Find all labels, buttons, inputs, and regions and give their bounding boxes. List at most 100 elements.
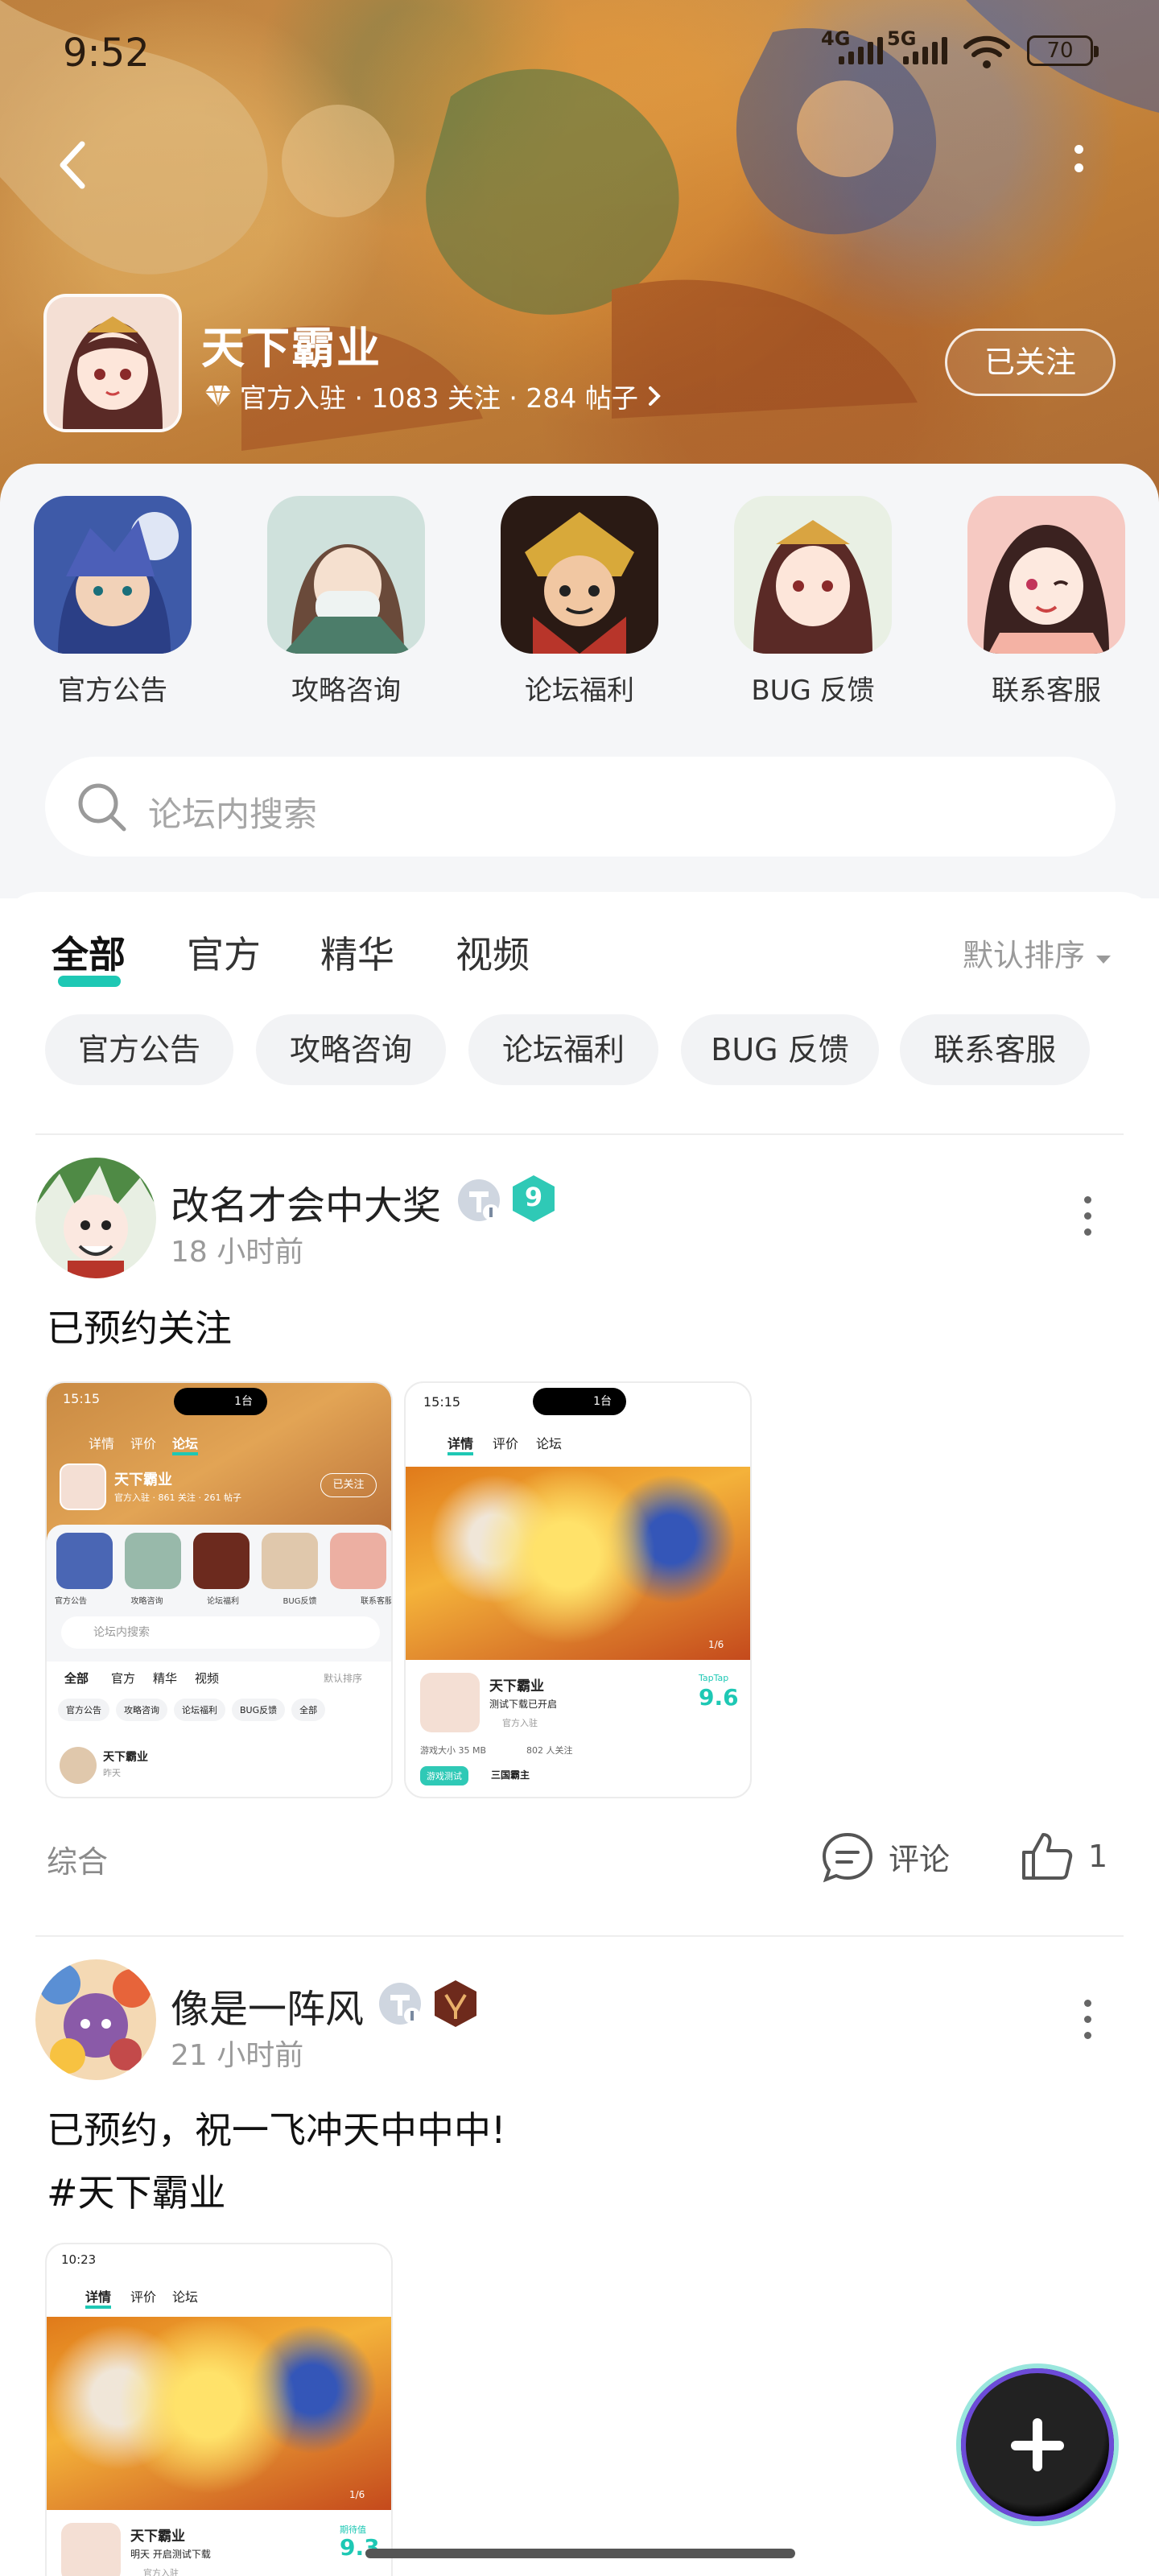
mini-tab: 论坛 bbox=[172, 2289, 199, 2305]
filter-chip-bug[interactable]: BUG 反馈 bbox=[681, 1014, 879, 1085]
quick-link-label: 联系客服 bbox=[992, 675, 1101, 707]
tab-all[interactable]: 全部 bbox=[52, 926, 126, 979]
post-more-button[interactable] bbox=[1075, 1996, 1099, 2045]
mini-tab: 论坛 bbox=[536, 1436, 563, 1451]
forum-meta[interactable]: 官方入驻 · 1083 关注 · 284 帖子 bbox=[204, 377, 662, 415]
signal-icon bbox=[839, 37, 883, 64]
sort-dropdown[interactable]: 默认排序 bbox=[963, 931, 1112, 975]
comment-button[interactable]: 评论 bbox=[819, 1824, 950, 1889]
mini-detail-screenshot: 15:15 1台 详情 评价 论坛 1/6 天下霸业 测试下载已开启 官方入驻 … bbox=[406, 1383, 750, 1797]
back-button[interactable] bbox=[48, 137, 97, 193]
status-bar: 9:52 4G 5G 70 bbox=[0, 24, 1159, 80]
mini-tag-text: 三国霸主 bbox=[491, 1769, 530, 1781]
post-image-2[interactable]: 15:15 1台 详情 评价 论坛 1/6 天下霸业 测试下载已开启 官方入驻 … bbox=[404, 1381, 752, 1798]
mini-icon-label: 攻略咨询 bbox=[130, 1597, 163, 1606]
filter-chip-welfare[interactable]: 论坛福利 bbox=[468, 1014, 658, 1085]
mini-icon-label: 联系客服 bbox=[361, 1597, 393, 1606]
filter-chip-service[interactable]: 联系客服 bbox=[900, 1014, 1090, 1085]
mini-size: 游戏大小 35 MB bbox=[420, 1745, 487, 1756]
mini-tab: 详情 bbox=[89, 1436, 115, 1451]
mini-follow: 已关注 bbox=[320, 1473, 377, 1497]
chevron-right-icon bbox=[648, 386, 661, 406]
like-button[interactable]: 1 bbox=[1019, 1824, 1107, 1889]
search-icon bbox=[78, 783, 126, 832]
comment-icon bbox=[822, 1832, 873, 1883]
mini-game-banner bbox=[406, 1467, 750, 1660]
mini-search: 论坛内搜索 bbox=[61, 1616, 380, 1649]
user-tag-icon bbox=[458, 1179, 500, 1221]
level-badge-number: 9 bbox=[524, 1182, 543, 1212]
mini-time: 10:23 bbox=[61, 2252, 97, 2267]
mini-icon-label: 官方公告 bbox=[55, 1597, 87, 1606]
mini-tab2: 精华 bbox=[153, 1671, 178, 1686]
create-post-button[interactable] bbox=[961, 2368, 1114, 2521]
mini-tab2: 视频 bbox=[195, 1671, 220, 1686]
avatar[interactable] bbox=[35, 1959, 156, 2080]
forum-meta-text: 官方入驻 · 1083 关注 · 284 帖子 bbox=[240, 382, 638, 414]
mini-tab: 详情 bbox=[85, 2286, 112, 2309]
post-author[interactable]: 改名才会中大奖 bbox=[171, 1174, 441, 1230]
mini-tab2: 官方 bbox=[111, 1671, 136, 1686]
quick-link-label: 论坛福利 bbox=[525, 675, 634, 707]
mini-chip: 攻略咨询 bbox=[116, 1699, 167, 1721]
post-more-button[interactable] bbox=[1075, 1193, 1099, 1241]
active-tab-indicator bbox=[58, 976, 121, 987]
signal-icon-2 bbox=[903, 37, 947, 64]
post-image-1[interactable]: 10:23 详情 评价 论坛 1/6 天下霸业 明天 开启测试下载 官方入驻 期… bbox=[45, 2243, 393, 2576]
caret-down-icon bbox=[1096, 956, 1112, 964]
like-count: 1 bbox=[1088, 1839, 1108, 1874]
wifi-icon bbox=[963, 35, 1010, 68]
mini-icon-label: 论坛福利 bbox=[207, 1597, 240, 1606]
announcement-avatar bbox=[34, 496, 192, 654]
mini-pill-text: 1台 bbox=[593, 1395, 612, 1408]
post-text: 已预约关注 bbox=[47, 1307, 232, 1350]
filter-chip-guides[interactable]: 攻略咨询 bbox=[256, 1014, 446, 1085]
post-image-1[interactable]: 15:15 1台 详情 评价 论坛 天下霸业 官方入驻 · 861 关注 · 2… bbox=[45, 1381, 393, 1798]
avatar[interactable] bbox=[35, 1158, 156, 1278]
mini-tab: 评价 bbox=[493, 1436, 519, 1451]
customer-service-avatar bbox=[967, 496, 1125, 654]
rank-badge-icon bbox=[435, 1980, 476, 2027]
tab-video[interactable]: 视频 bbox=[456, 926, 530, 979]
mini-game-desc: 明天 开启测试下载 bbox=[130, 2549, 211, 2560]
comment-label: 评论 bbox=[889, 1841, 951, 1877]
tab-featured[interactable]: 精华 bbox=[320, 926, 394, 979]
level-badge: 9 bbox=[510, 1174, 557, 1224]
post-time: 21 小时前 bbox=[171, 2039, 304, 2072]
mini-chip: 论坛福利 bbox=[174, 1699, 225, 1721]
mini-rating-label: TapTap bbox=[699, 1673, 729, 1683]
divider bbox=[35, 1935, 1124, 1937]
follow-button[interactable]: 已关注 bbox=[945, 328, 1116, 396]
diamond-icon bbox=[205, 385, 231, 407]
forum-page: 9:52 4G 5G 70 天下霸业 官方入驻 · 1083 关注 · 284 … bbox=[0, 0, 1159, 2576]
mini-forum-title: 天下霸业 bbox=[114, 1472, 172, 1488]
mini-forum-screenshot: 15:15 1台 详情 评价 论坛 天下霸业 官方入驻 · 861 关注 · 2… bbox=[47, 1383, 391, 1797]
mini-pill: 1台 bbox=[174, 1388, 267, 1415]
mini-tag: 游戏测试 bbox=[420, 1766, 468, 1785]
quick-link-customer-service[interactable]: 联系客服 bbox=[966, 496, 1127, 708]
mini-time: 15:15 bbox=[63, 1391, 101, 1406]
mini-game-name: 天下霸业 bbox=[489, 1678, 544, 1695]
mini-page-indicator: 1/6 bbox=[349, 2489, 365, 2500]
status-time: 9:52 bbox=[63, 31, 150, 76]
mini-game-banner bbox=[47, 2317, 391, 2510]
quick-link-welfare[interactable]: 论坛福利 bbox=[499, 496, 660, 708]
tab-official[interactable]: 官方 bbox=[187, 926, 261, 979]
quick-link-announcements[interactable]: 官方公告 bbox=[32, 496, 193, 708]
quick-link-bug-report[interactable]: BUG 反馈 bbox=[732, 496, 893, 708]
mini-pill-text: 1台 bbox=[234, 1395, 253, 1408]
quick-link-guides[interactable]: 攻略咨询 bbox=[266, 496, 427, 708]
post-hashtag[interactable]: #天下霸业 bbox=[47, 2164, 226, 2217]
mini-followers: 802 人关注 bbox=[526, 1745, 573, 1756]
post-author[interactable]: 像是一阵风 bbox=[171, 1977, 364, 2033]
quick-link-label: 官方公告 bbox=[58, 675, 167, 707]
quick-link-label: 攻略咨询 bbox=[291, 675, 401, 707]
mini-tab: 论坛 bbox=[172, 1433, 199, 1455]
user-tag-icon bbox=[379, 1983, 421, 2025]
post-category[interactable]: 综合 bbox=[47, 1837, 108, 1881]
mini-search-text: 论坛内搜索 bbox=[93, 1626, 150, 1639]
more-options-button[interactable] bbox=[1062, 141, 1095, 189]
mini-chip: 全部 bbox=[291, 1699, 326, 1721]
search-input[interactable]: 论坛内搜索 bbox=[45, 757, 1116, 857]
filter-chip-announcements[interactable]: 官方公告 bbox=[45, 1014, 233, 1085]
